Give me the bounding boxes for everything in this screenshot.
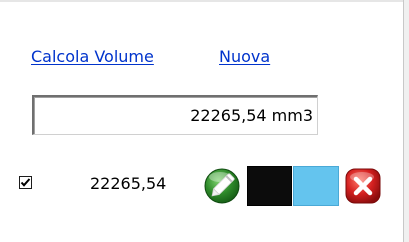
nuova-link[interactable]: Nuova	[219, 47, 270, 66]
close-icon	[345, 168, 381, 204]
row-checkbox[interactable]	[19, 176, 32, 189]
color-swatch-black[interactable]	[247, 166, 292, 206]
volume-panel: Calcola Volume Nuova 22265,54 mm3 22265,…	[0, 0, 404, 242]
edit-button[interactable]	[199, 166, 245, 206]
color-swatch-blue[interactable]	[293, 166, 339, 206]
window-edge	[404, 0, 409, 242]
volume-result-field[interactable]: 22265,54 mm3	[32, 95, 318, 135]
panel-top-border	[0, 0, 403, 2]
row-volume-value: 22265,54	[90, 174, 167, 193]
checkmark-icon	[20, 178, 31, 187]
calcola-volume-link[interactable]: Calcola Volume	[31, 47, 154, 66]
delete-button[interactable]	[340, 166, 386, 206]
pencil-icon	[204, 168, 240, 204]
